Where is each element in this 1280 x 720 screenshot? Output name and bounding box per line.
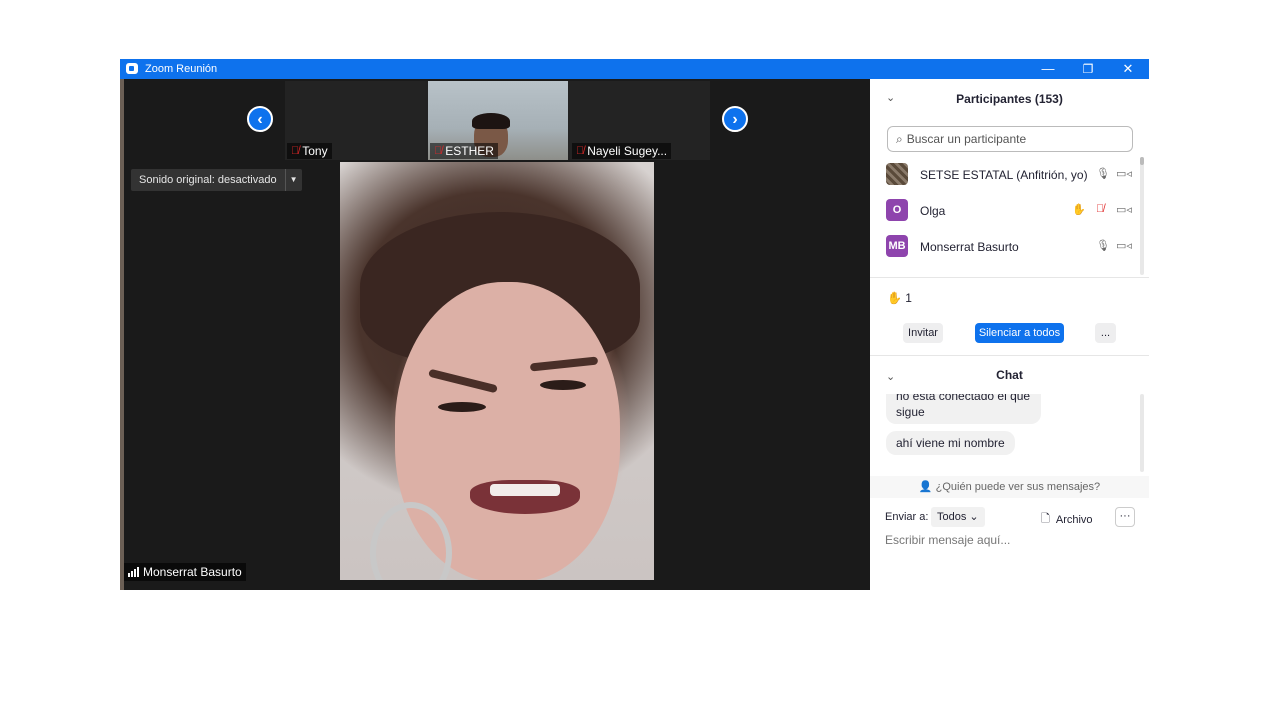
active-speaker-video	[340, 162, 654, 580]
chat-message: ahí viene mi nombre	[886, 431, 1015, 455]
close-button[interactable]: ✕	[1108, 59, 1148, 79]
participant-search-input[interactable]: ⌕ Buscar un participante	[887, 126, 1133, 152]
chat-scrollbar[interactable]	[1140, 394, 1144, 472]
participant-name: Olga	[920, 204, 946, 218]
send-to-label: Enviar a:	[885, 511, 929, 523]
mic-muted-icon: 🎙̸	[291, 145, 300, 157]
who-can-see-link[interactable]: 👤 ¿Quién puede ver sus mensajes?	[870, 476, 1149, 498]
mute-all-button[interactable]: Silenciar a todos	[975, 323, 1064, 343]
avatar	[886, 163, 908, 185]
avatar: O	[886, 199, 908, 221]
file-label: Archivo	[1055, 513, 1093, 526]
thumbnail-label: 🎙̸ Nayeli Sugey...	[572, 143, 672, 159]
signal-bars-icon	[128, 567, 139, 577]
mic-muted-icon[interactable]: 🎙̸	[1096, 203, 1104, 215]
video-camera-icon[interactable]: ▭◃	[1116, 239, 1132, 252]
invite-button[interactable]: Invitar	[903, 323, 943, 343]
raised-hands-number: 1	[905, 291, 912, 305]
chevron-down-icon[interactable]: ▼	[284, 169, 302, 191]
participant-list: SETSE ESTATAL (Anfitrión, yo) 🎙 ▭◃ O Olg…	[870, 157, 1140, 277]
thumbnail-name: Nayeli Sugey...	[587, 144, 668, 158]
mic-muted-icon: 🎙̸	[434, 145, 443, 157]
mic-muted-icon: 🎙̸	[576, 145, 585, 157]
search-icon: ⌕	[896, 131, 903, 146]
thumbnail-label: 🎙̸ ESTHER	[430, 143, 498, 159]
thumbnail-strip: 🎙̸ Tony 🎙̸ ESTHER 🎙̸ Nayeli Sugey...	[285, 81, 710, 160]
video-camera-icon[interactable]: ▭◃	[1116, 167, 1132, 180]
zoom-window: Zoom Reunión — ❐ ✕ ‹ 🎙̸ Tony 🎙̸ ESTHER 🎙…	[120, 59, 1149, 590]
file-icon: 🗋	[1041, 513, 1050, 525]
restore-button[interactable]: ❐	[1068, 59, 1108, 79]
thumbnail-tony[interactable]: 🎙̸ Tony	[285, 81, 425, 160]
video-area: ‹ 🎙̸ Tony 🎙̸ ESTHER 🎙̸ Nayeli Sugey... ›…	[120, 79, 870, 590]
participants-scrollbar[interactable]	[1140, 157, 1144, 275]
thumbnail-nayeli[interactable]: 🎙̸ Nayeli Sugey...	[570, 81, 710, 160]
thumbnail-label: 🎙̸ Tony	[287, 143, 332, 159]
chat-message-input[interactable]: Escribir mensaje aquí...	[885, 533, 1010, 547]
send-to-row: Enviar a: Todos ⌄ 🗋 Archivo ···	[885, 507, 1145, 527]
file-button[interactable]: 🗋 Archivo	[1041, 510, 1093, 529]
divider	[870, 355, 1149, 356]
mic-icon[interactable]: 🎙	[1096, 167, 1110, 180]
window-title: Zoom Reunión	[145, 63, 218, 75]
chevron-down-icon: ⌄	[969, 511, 979, 523]
side-panel: ⌄ Participantes (153) ⌕ Buscar un partic…	[870, 79, 1149, 590]
scrollbar-thumb[interactable]	[1140, 157, 1144, 165]
who-can-see-text: ¿Quién puede ver sus mensajes?	[935, 481, 1101, 493]
speaker-eye-right	[540, 380, 586, 390]
original-sound-label: Sonido original: desactivado	[139, 174, 277, 186]
participant-row[interactable]: SETSE ESTATAL (Anfitrión, yo) 🎙 ▭◃	[870, 157, 1140, 193]
edge-strip	[120, 79, 124, 590]
next-page-button[interactable]: ›	[722, 106, 748, 132]
esther-hair	[472, 113, 510, 129]
speaker-eye-left	[438, 402, 486, 412]
speaker-teeth	[490, 484, 560, 496]
send-to-value: Todos	[937, 511, 967, 523]
participant-name: Monserrat Basurto	[920, 240, 1019, 254]
chat-more-button[interactable]: ···	[1115, 507, 1135, 527]
participants-title: Participantes (153)	[956, 92, 1063, 106]
title-bar: Zoom Reunión — ❐ ✕	[120, 59, 1149, 79]
video-camera-icon[interactable]: ▭◃	[1116, 203, 1132, 216]
people-icon: 👤	[918, 481, 933, 493]
prev-page-button[interactable]: ‹	[247, 106, 273, 132]
participants-header: ⌄ Participantes (153)	[870, 79, 1149, 117]
raised-hand-icon: ✋	[887, 291, 902, 305]
chat-title: Chat	[996, 368, 1023, 382]
thumbnail-esther[interactable]: 🎙̸ ESTHER	[428, 81, 568, 160]
raised-hands-count: ✋ 1	[887, 291, 912, 305]
raised-hand-icon: ✋	[1072, 204, 1086, 216]
participant-row[interactable]: O Olga ✋ 🎙̸ ▭◃	[870, 193, 1140, 229]
send-to-dropdown[interactable]: Todos ⌄	[931, 507, 985, 527]
participant-row[interactable]: MB Monserrat Basurto 🎙 ▭◃	[870, 229, 1140, 265]
minimize-button[interactable]: —	[1028, 59, 1068, 79]
participant-name: SETSE ESTATAL (Anfitrión, yo)	[920, 168, 1088, 182]
divider	[870, 277, 1149, 278]
zoom-camera-icon	[126, 63, 138, 74]
thumbnail-name: ESTHER	[445, 144, 494, 158]
avatar: MB	[886, 235, 908, 257]
original-sound-button[interactable]: Sonido original: desactivado ▼	[131, 169, 302, 191]
more-participants-button[interactable]: ...	[1095, 323, 1116, 343]
chat-message: no está conectado el que sigue	[886, 394, 1041, 424]
active-speaker-name: Monserrat Basurto	[143, 565, 242, 579]
thumbnail-name: Tony	[302, 144, 328, 158]
chat-messages: no está conectado el que sigue ahí viene…	[870, 394, 1140, 476]
mic-icon[interactable]: 🎙	[1096, 239, 1110, 252]
search-placeholder: Buscar un participante	[906, 132, 1027, 146]
active-speaker-label: Monserrat Basurto	[124, 563, 246, 581]
